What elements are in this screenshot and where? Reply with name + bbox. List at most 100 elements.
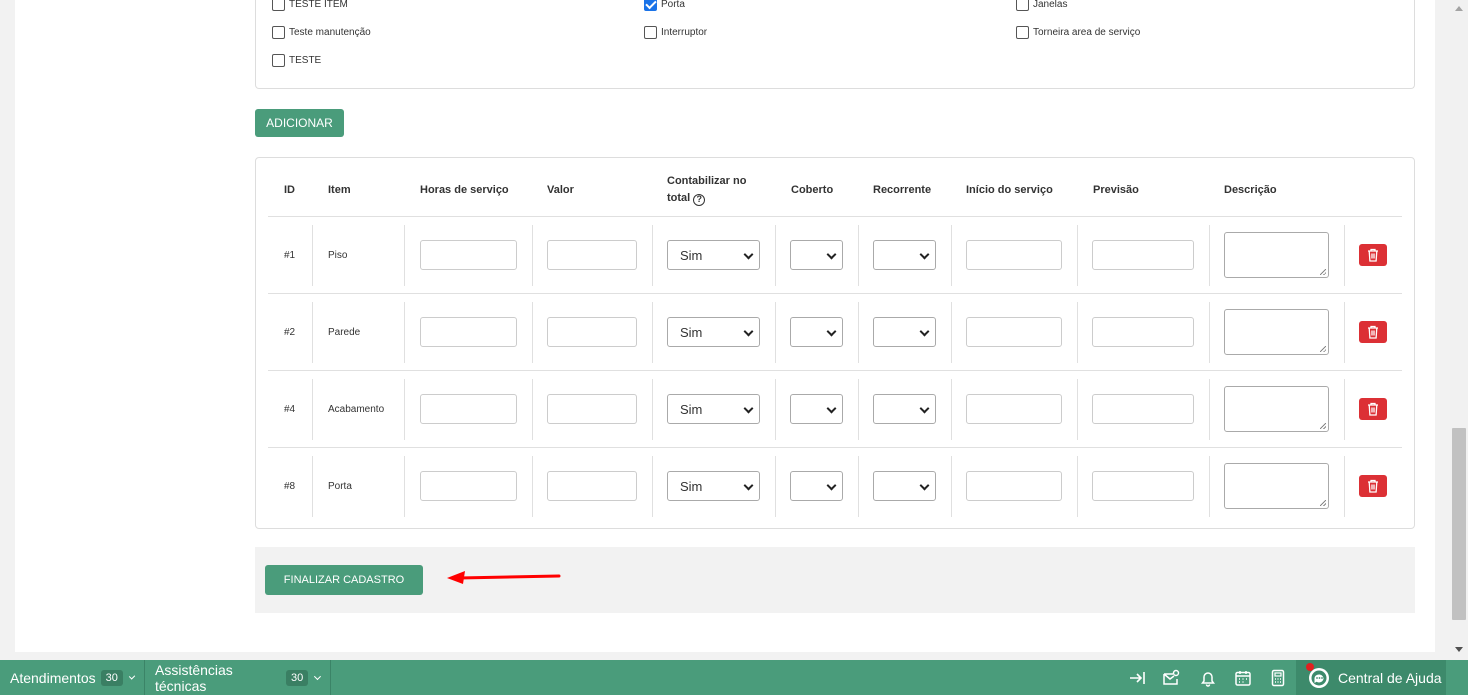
calendar-icon[interactable]	[1234, 669, 1252, 687]
descricao-textarea[interactable]	[1224, 463, 1329, 509]
finalize-button[interactable]: FINALIZAR CADASTRO	[265, 565, 423, 595]
cell-divider	[532, 225, 533, 286]
scrollbar-thumb[interactable]	[1452, 428, 1466, 620]
checkbox-box[interactable]	[1016, 0, 1029, 11]
cell-divider	[1077, 302, 1078, 363]
coberto-select[interactable]	[790, 240, 843, 270]
trash-icon	[1368, 248, 1378, 262]
checkbox-box[interactable]	[644, 26, 657, 39]
cell-divider	[532, 302, 533, 363]
checkbox-janelas[interactable]: Janelas	[1016, 0, 1067, 11]
cell-divider	[404, 302, 405, 363]
scroll-down-arrow-icon[interactable]	[1455, 647, 1463, 652]
horas-input[interactable]	[420, 394, 517, 424]
contabilizar-select[interactable]: Sim	[667, 471, 760, 501]
checkbox-teste-manutencao[interactable]: Teste manutenção	[272, 26, 371, 39]
chevron-down-icon	[826, 326, 837, 337]
header-descricao: Descrição	[1224, 184, 1277, 196]
checkbox-box-checked[interactable]	[644, 0, 657, 11]
chevron-down-icon	[919, 480, 930, 491]
horas-input[interactable]	[420, 317, 517, 347]
cell-divider	[858, 225, 859, 286]
coberto-select[interactable]	[790, 471, 843, 501]
checkbox-interruptor[interactable]: Interruptor	[644, 26, 707, 39]
checkbox-box[interactable]	[272, 26, 285, 39]
chevron-down-icon	[743, 480, 754, 491]
mail-settings-icon[interactable]	[1162, 669, 1180, 687]
cell-divider	[1077, 225, 1078, 286]
coberto-select[interactable]	[790, 394, 843, 424]
previsao-input[interactable]	[1092, 240, 1194, 270]
previsao-input[interactable]	[1092, 317, 1194, 347]
header-id: ID	[284, 184, 295, 196]
recorrente-select[interactable]	[873, 471, 936, 501]
chevron-down-icon	[128, 672, 136, 680]
vertical-scrollbar[interactable]	[1450, 0, 1468, 660]
delete-button[interactable]	[1359, 475, 1387, 497]
add-button[interactable]: ADICIONAR	[255, 109, 344, 137]
valor-input[interactable]	[547, 317, 637, 347]
cell-divider	[312, 225, 313, 286]
descricao-textarea[interactable]	[1224, 309, 1329, 355]
notification-dot	[1306, 662, 1314, 671]
row-id: #2	[284, 327, 296, 338]
recorrente-select[interactable]	[873, 394, 936, 424]
header-recorrente: Recorrente	[873, 184, 932, 196]
cell-divider	[312, 379, 313, 440]
cell-divider	[404, 379, 405, 440]
trash-icon	[1368, 479, 1378, 493]
checkbox-porta[interactable]: Porta	[644, 0, 685, 11]
horas-input[interactable]	[420, 471, 517, 501]
cell-divider	[858, 379, 859, 440]
row-id: #1	[284, 250, 296, 261]
delete-button[interactable]	[1359, 321, 1387, 343]
previsao-input[interactable]	[1092, 471, 1194, 501]
recorrente-select[interactable]	[873, 240, 936, 270]
previsao-input[interactable]	[1092, 394, 1194, 424]
cell-divider	[1209, 225, 1210, 286]
bell-icon[interactable]	[1199, 669, 1217, 687]
valor-input[interactable]	[547, 394, 637, 424]
header-item: Item	[328, 184, 351, 196]
help-center-button[interactable]: Central de Ajuda	[1296, 660, 1446, 695]
services-table: ID Item Horas de serviço Valor Contabili…	[255, 157, 1415, 529]
contabilizar-select[interactable]: Sim	[667, 317, 760, 347]
contabilizar-select[interactable]: Sim	[667, 240, 760, 270]
cell-divider	[652, 379, 653, 440]
row-id: #8	[284, 481, 296, 492]
checkbox-box[interactable]	[272, 54, 285, 67]
tab-assistencias-tecnicas[interactable]: Assistências técnicas 30	[145, 660, 331, 695]
tab-atendimentos[interactable]: Atendimentos 30	[0, 660, 145, 695]
header-horas: Horas de serviço	[420, 184, 509, 196]
horas-input[interactable]	[420, 240, 517, 270]
recorrente-select[interactable]	[873, 317, 936, 347]
header-contabilizar: Contabilizar no total ?	[667, 175, 747, 206]
descricao-textarea[interactable]	[1224, 232, 1329, 278]
valor-input[interactable]	[547, 240, 637, 270]
inicio-input[interactable]	[966, 394, 1062, 424]
trash-icon	[1368, 402, 1378, 416]
checkbox-box[interactable]	[1016, 26, 1029, 39]
inicio-input[interactable]	[966, 317, 1062, 347]
calculator-icon[interactable]	[1269, 669, 1287, 687]
scroll-up-arrow-icon[interactable]	[1455, 6, 1463, 11]
cell-divider	[404, 456, 405, 517]
coberto-select[interactable]	[790, 317, 843, 347]
checkbox-torneira[interactable]: Torneira area de serviço	[1016, 26, 1140, 39]
valor-input[interactable]	[547, 471, 637, 501]
checkbox-teste-item[interactable]: TESTE ITEM	[272, 0, 348, 11]
checkbox-box[interactable]	[272, 0, 285, 11]
checkbox-teste[interactable]: TESTE	[272, 54, 321, 67]
delete-button[interactable]	[1359, 244, 1387, 266]
inicio-input[interactable]	[966, 240, 1062, 270]
inicio-input[interactable]	[966, 471, 1062, 501]
help-circle-icon[interactable]: ?	[693, 193, 706, 206]
descricao-textarea[interactable]	[1224, 386, 1329, 432]
cell-divider	[858, 456, 859, 517]
arrow-right-bar-icon[interactable]	[1128, 669, 1146, 687]
contabilizar-select[interactable]: Sim	[667, 394, 760, 424]
delete-button[interactable]	[1359, 398, 1387, 420]
row-item: Acabamento	[328, 404, 385, 415]
cell-divider	[312, 456, 313, 517]
annotation-arrow-icon	[447, 571, 561, 584]
